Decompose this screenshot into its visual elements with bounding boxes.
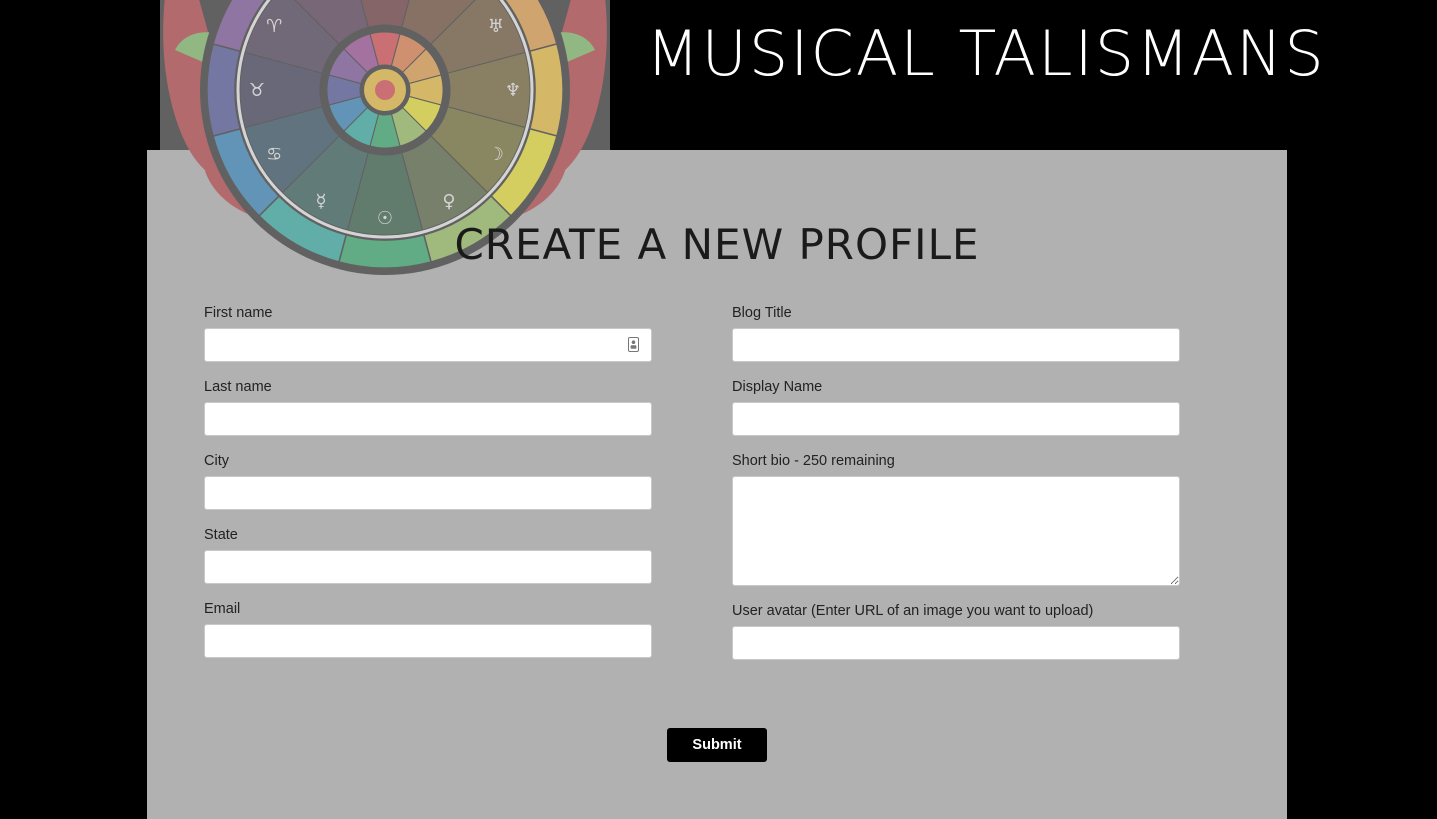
short-bio-textarea[interactable] <box>732 476 1180 586</box>
last-name-input[interactable] <box>204 402 652 436</box>
form-heading: CREATE A NEW PROFILE <box>454 220 980 269</box>
state-label: State <box>204 527 238 543</box>
blog-title-input[interactable] <box>732 328 1180 362</box>
site-title: MUSICAL TALISMANS <box>646 17 1326 90</box>
display-name-label: Display Name <box>732 379 823 395</box>
user-avatar-input[interactable] <box>732 626 1180 660</box>
last-name-label: Last name <box>204 379 272 395</box>
display-name-input[interactable] <box>732 402 1180 436</box>
submit-button[interactable]: Submit <box>667 728 767 762</box>
first-name-label: First name <box>204 305 273 321</box>
state-input[interactable] <box>204 550 652 584</box>
contact-card-icon[interactable] <box>628 337 639 352</box>
email-input[interactable] <box>204 624 652 658</box>
first-name-input[interactable] <box>204 328 652 362</box>
blog-title-label: Blog Title <box>732 305 792 321</box>
city-input[interactable] <box>204 476 652 510</box>
email-label: Email <box>204 601 241 617</box>
city-label: City <box>204 453 229 469</box>
short-bio-label: Short bio - 250 remaining <box>732 453 895 469</box>
user-avatar-label: User avatar (Enter URL of an image you w… <box>732 603 1094 619</box>
